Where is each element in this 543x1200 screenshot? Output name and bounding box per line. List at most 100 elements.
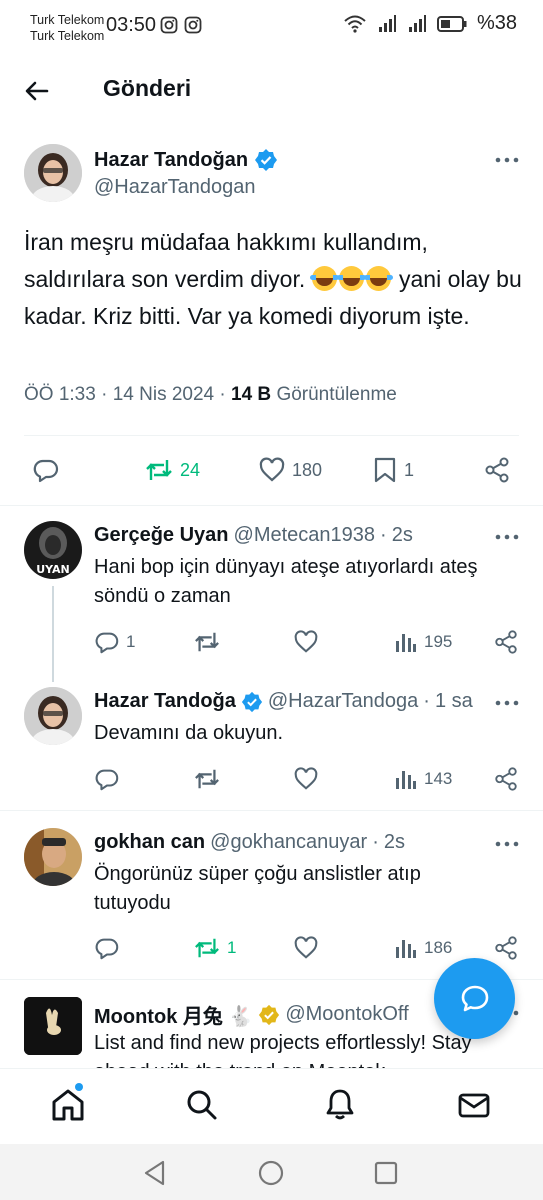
bookmark-count: 1 [404, 459, 415, 480]
more-icon[interactable] [495, 841, 519, 847]
views-icon [396, 771, 416, 789]
share-button[interactable] [493, 629, 519, 655]
avatar-text: UYAN [36, 563, 70, 576]
bookmark-icon [374, 457, 396, 483]
verified-badge-icon [255, 149, 278, 171]
share-button[interactable] [493, 766, 519, 792]
wifi-icon [344, 15, 366, 33]
divider [0, 505, 543, 506]
avatar[interactable] [24, 997, 82, 1055]
share-icon [495, 936, 517, 960]
share-button[interactable] [483, 456, 511, 484]
reply-text: Öngorünüz süper çoğu anslistler atıp tut… [94, 863, 421, 914]
like-icon [294, 767, 318, 790]
signal-icon [408, 14, 426, 32]
reply-time: 2s [391, 524, 413, 546]
author-handle[interactable]: @HazarTandogan [94, 176, 256, 199]
bottom-nav [0, 1068, 543, 1144]
reply-time: 1 sa [434, 690, 473, 712]
bookmark-button[interactable]: 1 [372, 456, 414, 484]
reply-icon [95, 938, 119, 960]
reply-author-handle[interactable]: @gokhancanuyar [210, 831, 367, 854]
reply-button[interactable] [94, 766, 120, 792]
status-bar: Turk Telekom Turk Telekom 03:50 %38 [0, 0, 543, 56]
tweet-text: İran meşru müdafaa hakkımı kullandım, sa… [24, 224, 524, 335]
reply-author-name[interactable]: Gerçeğe Uyan [94, 524, 229, 547]
views-button[interactable]: 195 [394, 629, 452, 655]
notifications-icon[interactable] [322, 1087, 358, 1123]
reply-header: gokhan can @gokhancanuyar · 2s [94, 831, 406, 854]
author-name-row[interactable]: Hazar Tandoğan [94, 148, 278, 172]
views-button[interactable]: 143 [394, 766, 452, 792]
retweet-icon [195, 769, 219, 789]
system-back-icon[interactable] [143, 1160, 167, 1186]
status-indicators: %38 [343, 12, 517, 35]
verified-badge-icon [241, 691, 262, 712]
avatar[interactable] [24, 828, 82, 886]
signal-icon [378, 14, 396, 32]
author-name[interactable]: Hazar Tandoğan [94, 149, 248, 172]
battery-icon [436, 15, 467, 32]
home-icon[interactable] [50, 1087, 86, 1123]
verified-badge-icon [259, 1004, 280, 1025]
reply-author-name[interactable]: Hazar Tandoğa [94, 690, 236, 713]
reply-button[interactable]: 1 [94, 629, 135, 655]
retweet-button[interactable]: 1 [193, 935, 236, 961]
reply-text: Hani bop için dünyayı ateşe atıyorlardı … [94, 556, 478, 607]
tweet-time: ÖÖ 1:33 [24, 384, 96, 405]
carrier-labels: Turk Telekom Turk Telekom [30, 12, 104, 44]
search-icon[interactable] [184, 1087, 220, 1123]
retweet-icon [195, 632, 219, 652]
compose-button[interactable] [434, 958, 515, 1039]
back-arrow-icon[interactable] [22, 76, 52, 106]
avatar[interactable]: UYAN [24, 521, 82, 579]
views-icon [396, 634, 416, 652]
main-tweet-actions: 24 180 1 [0, 450, 543, 490]
avatar[interactable] [24, 687, 82, 745]
system-recents-icon[interactable] [374, 1161, 398, 1185]
retweet-icon [195, 938, 219, 958]
like-button[interactable] [293, 629, 319, 655]
retweet-button[interactable] [193, 766, 221, 792]
status-app-icons [160, 16, 202, 34]
reply-author-handle[interactable]: @HazarTandoga [268, 690, 418, 713]
reply-icon [95, 632, 119, 654]
more-icon[interactable] [495, 157, 519, 163]
reply-author-handle[interactable]: @MoontokOff [285, 1003, 408, 1026]
retweet-button[interactable] [193, 629, 221, 655]
notification-dot [75, 1083, 83, 1091]
reply-button[interactable] [94, 935, 120, 961]
reply-author-name[interactable]: gokhan can [94, 831, 205, 854]
reply-author-name[interactable]: Moontok 月兔 🐇 [94, 1000, 253, 1029]
views-count: 14 B [231, 384, 272, 405]
system-home-icon[interactable] [258, 1160, 284, 1186]
messages-icon[interactable] [456, 1087, 492, 1123]
battery-percent: %38 [476, 12, 517, 34]
more-icon[interactable] [495, 534, 519, 540]
avatar[interactable] [24, 144, 82, 202]
carrier-1: Turk Telekom [30, 13, 105, 27]
reply-count: 1 [126, 632, 136, 651]
views-count: 143 [424, 769, 453, 788]
like-button[interactable]: 180 [258, 456, 322, 484]
retweet-icon [146, 460, 172, 480]
views-label: Görüntülenme [276, 384, 397, 405]
thread-line [52, 586, 54, 682]
like-button[interactable] [293, 766, 319, 792]
laughing-emoji-icon [363, 266, 393, 291]
top-bar: Gönderi [0, 60, 543, 120]
views-button[interactable]: 186 [394, 935, 452, 961]
more-icon[interactable] [495, 700, 519, 706]
like-button[interactable] [293, 935, 319, 961]
like-icon [259, 457, 285, 482]
system-nav-bar [0, 1144, 543, 1200]
reply-icon [33, 459, 59, 483]
reply-button[interactable] [32, 456, 60, 484]
retweet-button[interactable]: 24 [144, 456, 200, 484]
share-button[interactable] [493, 935, 519, 961]
reply-author-handle[interactable]: @Metecan1938 [234, 524, 376, 547]
compose-icon [461, 985, 488, 1011]
reply-icon [95, 769, 119, 791]
share-icon [485, 457, 509, 483]
share-icon [495, 630, 517, 654]
